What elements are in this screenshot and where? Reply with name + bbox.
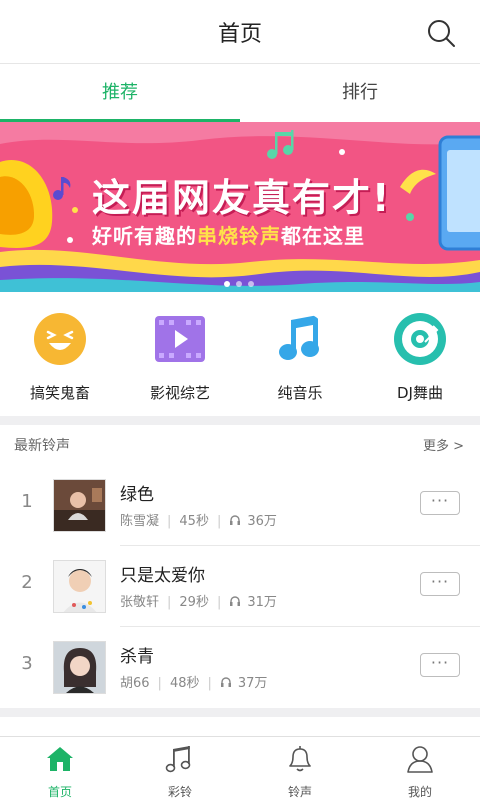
nav-label: 首页 bbox=[47, 785, 72, 799]
music-notes-icon bbox=[165, 746, 191, 773]
song-row[interactable]: 2 只是太爱你 张敬轩 | 29秒 | 31万 ··· bbox=[0, 546, 480, 627]
page-title: 首页 bbox=[217, 22, 262, 47]
category-pure-music[interactable]: 纯音乐 bbox=[240, 312, 360, 403]
song-row[interactable]: 3 杀青 胡66 | 48秒 | 37万 ··· bbox=[0, 627, 480, 708]
category-film-tv[interactable]: 影视综艺 bbox=[120, 312, 240, 403]
section-divider bbox=[0, 416, 480, 425]
home-icon bbox=[47, 747, 73, 771]
artist-name: 张敬轩 bbox=[120, 595, 160, 610]
more-link[interactable]: 更多 > bbox=[423, 435, 464, 454]
tab-bar: 推荐 排行 bbox=[0, 64, 480, 122]
more-options-button[interactable]: ··· bbox=[420, 572, 460, 596]
artist-name: 胡66 bbox=[120, 676, 150, 691]
category-label: 搞笑鬼畜 bbox=[29, 384, 90, 402]
song-row[interactable]: 1 绿色 陈雪凝 | 45秒 | 36万 ··· bbox=[0, 465, 480, 546]
video-icon bbox=[155, 316, 205, 362]
latest-section-header: 最新铃声 更多 > bbox=[0, 425, 480, 465]
bell-icon bbox=[289, 746, 311, 772]
nav-color-ring[interactable]: 彩铃 bbox=[120, 743, 240, 800]
promo-banner[interactable]: 这届网友真有才! 好听有趣的串烧铃声都在这里 bbox=[0, 122, 480, 292]
category-label: 影视综艺 bbox=[149, 384, 210, 402]
carousel-dots bbox=[224, 272, 260, 291]
nav-label: 铃声 bbox=[287, 785, 312, 799]
song-title: 只是太爱你 bbox=[120, 566, 205, 586]
person-icon bbox=[407, 746, 433, 773]
banner-headline: 这届网友真有才! bbox=[92, 176, 392, 220]
category-dj[interactable]: DJ舞曲 bbox=[360, 312, 480, 403]
play-count: 36万 bbox=[247, 514, 277, 529]
search-icon[interactable] bbox=[426, 18, 456, 48]
song-meta: 张敬轩 | 29秒 | 31万 bbox=[120, 595, 277, 610]
duration: 29秒 bbox=[179, 595, 209, 610]
rank-number: 1 bbox=[21, 491, 33, 512]
headphone-icon bbox=[230, 515, 241, 525]
tab-recommend[interactable]: 推荐 bbox=[0, 64, 240, 122]
bottom-navigation: 首页 彩铃 铃声 我的 bbox=[0, 736, 480, 800]
category-funny[interactable]: 搞笑鬼畜 bbox=[0, 312, 120, 403]
cover-image bbox=[53, 560, 106, 613]
top-bar: 首页 bbox=[0, 0, 480, 64]
more-options-button[interactable]: ··· bbox=[420, 491, 460, 515]
play-count: 31万 bbox=[247, 595, 277, 610]
song-meta: 陈雪凝 | 45秒 | 36万 bbox=[120, 514, 277, 529]
laugh-face-icon bbox=[34, 313, 86, 365]
more-options-button[interactable]: ··· bbox=[420, 653, 460, 677]
nav-mine[interactable]: 我的 bbox=[360, 743, 480, 800]
category-label: 纯音乐 bbox=[277, 384, 323, 402]
nav-label: 彩铃 bbox=[167, 785, 192, 799]
headphone-icon bbox=[230, 596, 241, 606]
rank-number: 3 bbox=[21, 653, 33, 674]
section-divider bbox=[0, 708, 480, 717]
nav-label: 我的 bbox=[407, 785, 432, 799]
nav-home[interactable]: 首页 bbox=[0, 743, 120, 800]
disc-icon bbox=[394, 313, 446, 365]
artist-name: 陈雪凝 bbox=[120, 514, 160, 529]
cover-image bbox=[53, 641, 106, 694]
play-count: 37万 bbox=[237, 676, 268, 691]
song-meta: 胡66 | 48秒 | 37万 bbox=[120, 676, 268, 691]
song-title: 绿色 bbox=[120, 485, 154, 505]
category-label: DJ舞曲 bbox=[397, 384, 443, 402]
song-title: 杀青 bbox=[120, 647, 154, 667]
cover-image bbox=[53, 479, 106, 532]
nav-ringtone[interactable]: 铃声 bbox=[240, 743, 360, 800]
tab-ranking[interactable]: 排行 bbox=[240, 64, 480, 122]
music-note-icon bbox=[279, 315, 319, 360]
headphone-icon bbox=[220, 677, 231, 687]
duration: 48秒 bbox=[169, 676, 200, 691]
duration: 45秒 bbox=[179, 514, 209, 529]
rank-number: 2 bbox=[21, 572, 33, 593]
section-title: 最新铃声 bbox=[14, 438, 70, 454]
banner-subtitle: 好听有趣的串烧铃声都在这里 bbox=[92, 224, 365, 248]
category-row: 搞笑鬼畜 影视综艺 纯音乐 DJ舞曲 bbox=[0, 292, 480, 416]
